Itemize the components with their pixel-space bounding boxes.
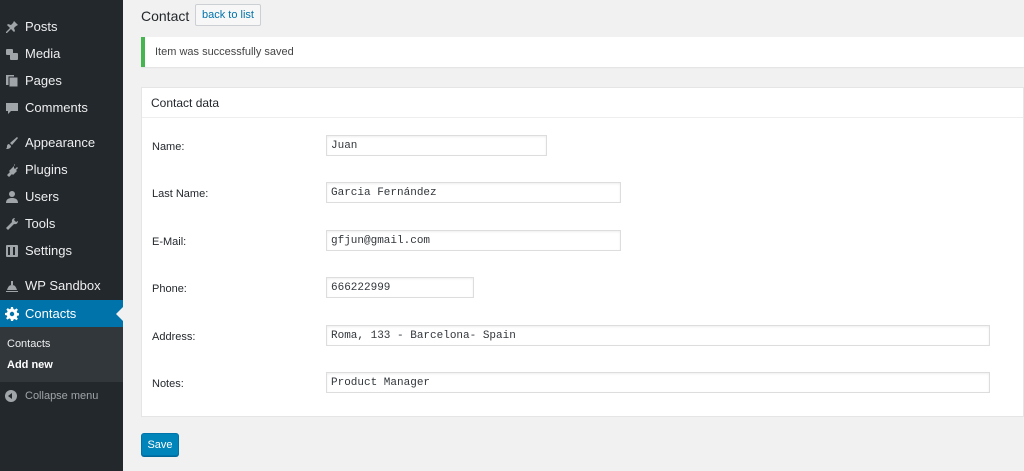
contact-data-box: Contact data Name: Last Name: E-Mail: Ph… [141,87,1024,417]
submenu-item-contacts[interactable]: Contacts [7,338,50,350]
notes-field[interactable] [326,372,990,393]
sidebar-item-label: Comments [25,100,88,115]
page-title: Contact [141,8,190,24]
last-name-label: Last Name: [152,188,209,200]
sidebar-item-label: Pages [25,73,62,88]
gear-icon [5,306,19,321]
sidebar-item-comments[interactable]: Comments [0,94,123,121]
sidebar-item-label: Appearance [25,135,96,150]
sidebar-item-plugins[interactable]: Plugins [0,156,123,183]
sidebar-item-label: Plugins [25,162,68,177]
address-field[interactable] [326,325,990,346]
phone-field[interactable] [326,277,474,298]
collapse-menu-label: Collapse menu [25,390,99,402]
comment-icon [5,101,19,115]
sidebar-item-label: Media [25,46,61,61]
sidebar-item-settings[interactable]: Settings [0,237,123,264]
sidebar-item-label: Contacts [25,306,77,321]
plug-icon [5,163,19,177]
brush-icon [5,136,19,150]
admin-sidebar: Posts Media Pages Comments Appearance Pl… [0,0,123,471]
sidebar-item-appearance[interactable]: Appearance [0,129,123,156]
user-icon [5,190,19,204]
media-icon [5,47,19,61]
notice-text: Item was successfully saved [155,46,294,58]
sidebar-item-wp-sandbox[interactable]: WP Sandbox [0,272,123,299]
email-label: E-Mail: [152,236,187,248]
back-to-list-button[interactable]: back to list [195,4,261,26]
sidebar-item-tools[interactable]: Tools [0,210,123,237]
name-field[interactable] [326,135,547,156]
pin-icon [5,20,19,34]
settings-icon [5,244,19,258]
wrench-icon [5,217,19,231]
sidebar-item-label: Posts [25,19,58,34]
sidebar-item-pages[interactable]: Pages [0,67,123,94]
sandbox-icon [5,279,19,293]
sidebar-item-media[interactable]: Media [0,40,123,67]
last-name-field[interactable] [326,182,621,203]
sidebar-item-label: WP Sandbox [25,278,101,293]
contacts-submenu: Contacts Add new [0,327,123,382]
submenu-item-add-new[interactable]: Add new [7,359,53,371]
sidebar-item-users[interactable]: Users [0,183,123,210]
sidebar-item-label: Users [25,189,59,204]
notes-label: Notes: [152,378,184,390]
section-title: Contact data [142,88,1023,118]
email-field[interactable] [326,230,621,251]
phone-label: Phone: [152,283,187,295]
save-button[interactable]: Save [141,433,179,456]
collapse-icon [5,390,17,402]
success-notice: Item was successfully saved [141,37,1024,67]
sidebar-item-contacts[interactable]: Contacts [0,300,123,327]
collapse-menu-button[interactable]: Collapse menu [0,386,123,406]
sidebar-item-posts[interactable]: Posts [0,13,123,40]
name-label: Name: [152,141,185,153]
sidebar-item-label: Tools [25,216,56,231]
pages-icon [5,74,19,88]
address-label: Address: [152,331,196,343]
sidebar-item-label: Settings [25,243,72,258]
